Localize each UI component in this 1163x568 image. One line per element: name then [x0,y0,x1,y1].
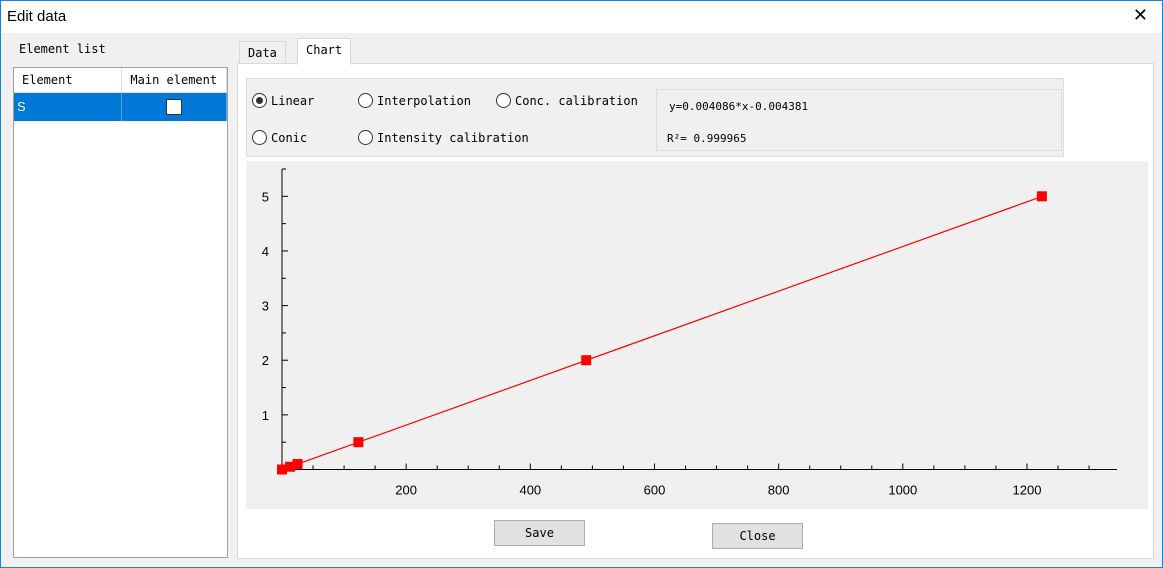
fit-options: Linear Interpolation Conc. calibration C… [246,78,1064,157]
close-icon[interactable]: ✕ [1133,5,1148,26]
data-point [581,355,592,366]
title-bar: Edit data ✕ [1,1,1162,33]
equation-box: y=0.004086*x-0.004381 R²= 0.999965 [656,89,1062,151]
table-row[interactable]: S [14,92,227,121]
radio-label: Intensity calibration [377,130,529,145]
x-tick-label: 400 [519,483,541,498]
radio-icon [358,130,373,145]
radio-selected-icon [252,93,267,108]
x-tick-label: 1000 [888,483,917,498]
column-header-main-element[interactable]: Main element [121,68,227,93]
tab-chart[interactable]: Chart [297,38,352,65]
element-list: Element Main element S [13,67,228,558]
data-point [1036,191,1047,202]
y-tick-label: 3 [262,299,269,314]
radio-icon [252,130,267,145]
y-tick-label: 4 [262,244,269,259]
radio-conc-calibration[interactable]: Conc. calibration [496,93,638,108]
calibration-chart: 200 400 600 800 1000 1200 1 2 3 4 5 [246,161,1148,509]
radio-conic[interactable]: Conic [252,130,307,145]
radio-label: Conic [271,130,308,145]
save-button[interactable]: Save [494,520,585,546]
x-tick-label: 800 [768,483,790,498]
fit-line [282,195,1043,471]
radio-interpolation[interactable]: Interpolation [358,93,471,108]
radio-intensity-calibration[interactable]: Intensity calibration [358,130,529,145]
r-squared: R²= 0.999965 [667,132,747,145]
element-cell[interactable]: S [14,92,122,121]
radio-label: Linear [271,93,315,108]
x-tick-label: 600 [644,483,666,498]
radio-linear[interactable]: Linear [252,93,314,108]
main-element-checkbox[interactable] [165,98,182,115]
element-list-label: Element list [19,42,106,56]
data-point [353,437,364,448]
radio-label: Interpolation [377,93,471,108]
window-title: Edit data [7,8,67,25]
column-header-element[interactable]: Element [14,68,122,93]
data-point [292,459,303,470]
tab-data[interactable]: Data [239,41,286,64]
x-tick-label: 1200 [1013,483,1042,498]
y-tick-label: 5 [262,189,269,204]
y-tick-label: 2 [262,353,269,368]
radio-icon [358,93,373,108]
radio-icon [496,93,511,108]
y-tick-label: 1 [262,408,269,423]
close-button[interactable]: Close [712,523,803,549]
x-tick-label: 200 [395,483,417,498]
equation: y=0.004086*x-0.004381 [669,100,809,113]
radio-label: Conc. calibration [515,93,638,108]
